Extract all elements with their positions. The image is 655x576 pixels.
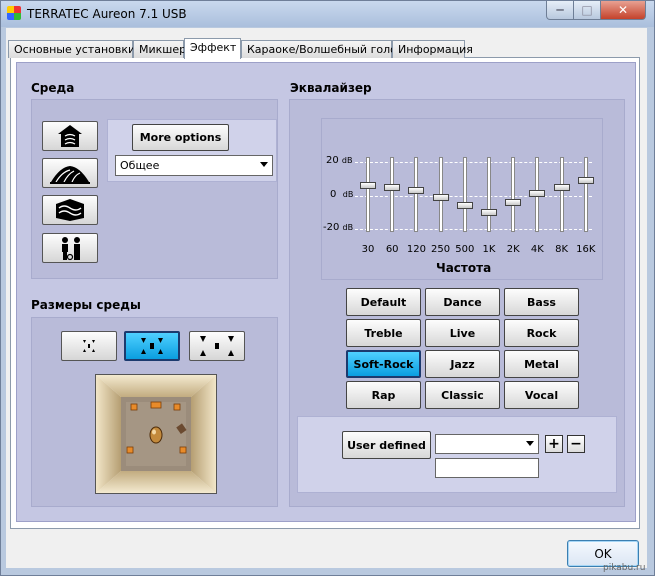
minimize-icon: ─ <box>556 3 564 17</box>
tab-karaoke[interactable]: Караоке/Волшебный голос <box>241 40 403 58</box>
close-icon: ✕ <box>617 3 629 17</box>
tab-effect[interactable]: Эффект <box>184 38 241 59</box>
eq-slider-thumb-2K[interactable] <box>505 198 522 206</box>
eq-freq-label: 2K <box>506 244 520 255</box>
eq-slider-track-2K[interactable] <box>511 157 516 232</box>
more-options-button[interactable]: More options <box>132 124 229 151</box>
db-value-zero: 0 <box>330 189 337 200</box>
close-button[interactable]: ✕ <box>600 1 646 20</box>
chevron-down-icon <box>260 162 268 167</box>
eq-preset-default-button[interactable]: Default <box>346 288 421 316</box>
user-defined-button[interactable]: User defined <box>342 431 431 459</box>
eq-slider-track-120[interactable] <box>414 157 419 232</box>
eq-preset-jazz-button[interactable]: Jazz <box>425 350 500 378</box>
eq-slider-track-16K[interactable] <box>583 157 588 232</box>
db-label-zero: 0 dB <box>330 189 353 200</box>
environment-preset-value: Общее <box>120 159 160 172</box>
eq-slider-thumb-250[interactable] <box>432 193 449 201</box>
eq-slider-track-60[interactable] <box>390 157 395 232</box>
eq-slider-thumb-60[interactable] <box>384 183 401 191</box>
eq-slider-thumb-4K[interactable] <box>529 190 546 198</box>
tab-info[interactable]: Информация <box>392 40 473 58</box>
eq-preset-rock-button[interactable]: Rock <box>504 319 579 347</box>
eq-freq-label: 8K <box>555 244 569 255</box>
db-unit-zero: dB <box>342 190 354 199</box>
equalizer-title: Эквалайзер <box>290 81 372 95</box>
eq-slider-thumb-120[interactable] <box>408 186 425 194</box>
eq-freq-label: 16K <box>576 244 596 255</box>
eq-preset-live-button[interactable]: Live <box>425 319 500 347</box>
env-concert-hall-button[interactable] <box>42 158 98 188</box>
bathroom-icon <box>62 237 80 261</box>
window-title: TERRATEC Aureon 7.1 USB <box>27 7 187 21</box>
eq-preset-classic-button[interactable]: Classic <box>425 381 500 409</box>
db-unit-bottom: dB <box>342 223 354 232</box>
eq-preset-soft-rock-button[interactable]: Soft-Rock <box>346 350 421 378</box>
eq-slider-track-500[interactable] <box>462 157 467 232</box>
concert-hall-icon <box>50 166 90 184</box>
room-size-medium-button[interactable] <box>124 331 180 361</box>
eq-preset-bass-button[interactable]: Bass <box>504 288 579 316</box>
eq-slider-track-30[interactable] <box>366 157 370 232</box>
eq-slider-thumb-16K[interactable] <box>577 176 594 184</box>
large-room-icon <box>200 336 234 356</box>
plus-icon: + <box>548 436 560 452</box>
environment-preset-select[interactable]: Общее <box>115 155 273 176</box>
eq-preset-vocal-button[interactable]: Vocal <box>504 381 579 409</box>
eq-slider-thumb-500[interactable] <box>456 202 473 210</box>
eq-preset-treble-button[interactable]: Treble <box>346 319 421 347</box>
eq-slider-track-8K[interactable] <box>559 157 564 232</box>
env-bathroom-button[interactable] <box>42 233 98 263</box>
preset-name-input[interactable] <box>435 458 539 478</box>
eq-freq-label: 60 <box>385 244 399 255</box>
room-size-small-button[interactable] <box>61 331 117 361</box>
user-preset-select[interactable] <box>435 434 539 454</box>
db-label-bottom: -20 dB <box>323 222 353 233</box>
eq-freq-label: 30 <box>361 244 375 255</box>
stone-room-icon <box>58 125 82 147</box>
eq-freq-label: 1K <box>482 244 496 255</box>
eq-freq-label: 120 <box>406 244 426 255</box>
maximize-icon: □ <box>581 3 593 17</box>
small-room-icon <box>83 340 95 352</box>
eq-slider-thumb-30[interactable] <box>360 181 376 189</box>
db-unit-top: dB <box>341 156 353 165</box>
env-underwater-button[interactable] <box>42 195 98 225</box>
eq-slider-thumb-1K[interactable] <box>481 208 497 216</box>
room-size-large-button[interactable] <box>189 331 245 361</box>
eq-freq-label: 500 <box>455 244 475 255</box>
environment-title: Среда <box>31 81 75 95</box>
medium-room-icon <box>141 338 163 354</box>
db-value-bottom: -20 <box>323 222 340 233</box>
watermark: pikabu.ru <box>603 563 646 573</box>
frequency-title: Частота <box>436 261 492 275</box>
add-preset-button[interactable]: + <box>545 435 563 453</box>
eq-freq-label: 4K <box>530 244 544 255</box>
eq-slider-thumb-8K[interactable] <box>553 183 570 191</box>
db-value-top: 20 <box>326 155 339 166</box>
room-visualization[interactable] <box>95 374 217 494</box>
eq-preset-rap-button[interactable]: Rap <box>346 381 421 409</box>
underwater-icon <box>56 199 84 221</box>
eq-freq-label: 250 <box>431 244 451 255</box>
title-bar[interactable]: TERRATEC Aureon 7.1 USB ─ □ ✕ <box>1 1 654 27</box>
room-3d-view <box>96 375 216 493</box>
chevron-down-icon <box>526 441 534 446</box>
eq-preset-dance-button[interactable]: Dance <box>425 288 500 316</box>
tab-basic-settings[interactable]: Основные установки <box>8 40 135 58</box>
eq-slider-track-1K[interactable] <box>487 157 491 232</box>
remove-preset-button[interactable]: − <box>567 435 585 453</box>
eq-preset-metal-button[interactable]: Metal <box>504 350 579 378</box>
minimize-button[interactable]: ─ <box>546 1 574 20</box>
room-size-title: Размеры среды <box>31 298 141 312</box>
db-label-top: 20 dB <box>326 155 353 166</box>
tab-mixer[interactable]: Микшер <box>133 40 186 58</box>
env-stone-room-button[interactable] <box>42 121 98 151</box>
minus-icon: − <box>570 436 582 452</box>
maximize-button[interactable]: □ <box>573 1 601 20</box>
terratec-app-icon <box>7 6 21 20</box>
